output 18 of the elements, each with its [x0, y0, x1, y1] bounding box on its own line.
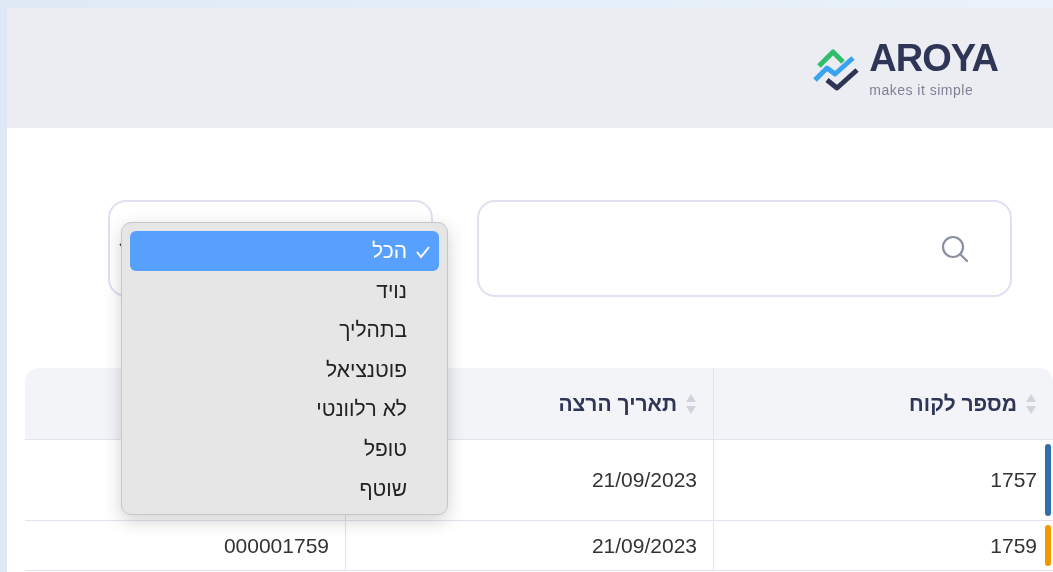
logo-tagline: makes it simple	[869, 83, 975, 97]
search-icon	[940, 233, 970, 264]
menu-option[interactable]: טופל	[130, 428, 439, 469]
menu-option[interactable]: לא רלוונטי	[130, 389, 439, 429]
menu-option[interactable]: פוטנציאל	[130, 349, 439, 390]
menu-option[interactable]: נויד	[130, 270, 439, 311]
column-header[interactable]: תאריך הרצה	[558, 387, 677, 420]
column-header[interactable]: מספר לקוח	[909, 387, 1017, 420]
table-cell-text: 000001759	[223, 532, 329, 559]
menu-option[interactable]: שוטף	[130, 468, 439, 509]
table-cell-text: 21/09/2023	[591, 532, 697, 559]
checkmark-icon	[415, 245, 431, 260]
table-cell-text: 21/09/2023	[591, 467, 697, 494]
table-cell-text: 1757	[990, 467, 1037, 494]
search-field[interactable]	[477, 200, 1012, 297]
menu-option[interactable]: בתהליך	[130, 310, 439, 350]
logo-wordmark: AROYA	[869, 39, 998, 77]
table-cell-text: 1759	[990, 532, 1037, 559]
